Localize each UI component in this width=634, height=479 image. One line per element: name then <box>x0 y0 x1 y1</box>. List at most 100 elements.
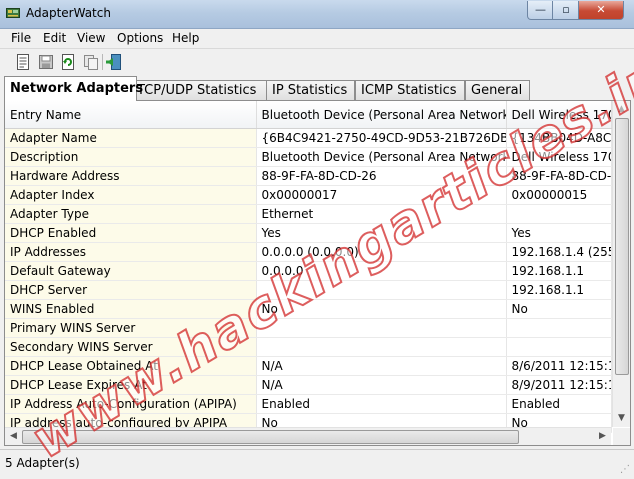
close-button[interactable]: ✕ <box>578 1 624 20</box>
tab-icmp-statistics[interactable]: ICMP Statistics <box>355 80 465 100</box>
adapter-value-cell: 8/9/2011 12:15:12 P <box>506 375 612 395</box>
table-row[interactable]: Default Gateway 0.0.0.0 192.168.1.1 <box>5 261 612 281</box>
entry-name-cell: Adapter Name <box>5 128 257 148</box>
table-row[interactable]: Description Bluetooth Device (Personal Ar… <box>5 147 612 167</box>
adapter-value-cell <box>506 318 612 338</box>
menu-file[interactable]: File <box>10 31 32 45</box>
table-header-row: Entry Name Bluetooth Device (Personal Ar… <box>5 101 612 129</box>
table-row[interactable]: WINS Enabled No No <box>5 299 612 319</box>
network-card-icon <box>6 8 20 18</box>
adapter-value-cell: No <box>256 299 507 319</box>
menu-options[interactable]: Options <box>116 31 164 45</box>
entry-name-cell: Adapter Type <box>5 204 257 224</box>
copy-icon[interactable] <box>82 53 100 71</box>
horizontal-scrollbar[interactable]: ◀ ▶ <box>5 427 611 445</box>
adapter-value-cell: 88-9F-FA-8D-CD-26 <box>256 166 507 186</box>
entry-name-cell: Description <box>5 147 257 167</box>
table-row[interactable]: DHCP Lease Obtained At N/A 8/6/2011 12:15:… <box>5 356 612 376</box>
table-row[interactable]: Hardware Address 88-9F-FA-8D-CD-26 88-9F-F… <box>5 166 612 186</box>
table-row[interactable]: DHCP Server 192.168.1.1 <box>5 280 612 300</box>
adapter-value-cell: 0.0.0.0 (0.0.0.0) <box>256 242 507 262</box>
refresh-icon[interactable] <box>59 53 77 71</box>
adapter-value-cell: Yes <box>506 223 612 243</box>
toolbar <box>0 48 634 75</box>
adapter-value-cell <box>506 337 612 357</box>
maximize-button[interactable]: ▫ <box>552 1 580 20</box>
table-row[interactable]: Secondary WINS Server <box>5 337 612 357</box>
adapter-value-cell: 88-9F-FA-8D-CD-2 <box>506 166 612 186</box>
column-header-adapter-2[interactable]: Dell Wireless 1702 8 <box>506 101 612 129</box>
adapter-value-cell: {6B4C9421-2750-49CD-9D53-21B726DBD910} <box>256 128 507 148</box>
scroll-up-arrow-icon[interactable]: ▲ <box>613 101 630 118</box>
adapter-value-cell <box>506 204 612 224</box>
entry-name-cell: IP Address Auto-Configuration (APIPA) <box>5 394 257 414</box>
adapter-value-cell: 192.168.1.1 <box>506 280 612 300</box>
adapter-value-cell: 0x00000015 <box>506 185 612 205</box>
adapter-value-cell: N/A <box>256 375 507 395</box>
horizontal-scroll-thumb[interactable] <box>22 430 519 444</box>
tab-ip-statistics[interactable]: IP Statistics <box>266 80 355 100</box>
table-row[interactable]: IP Addresses 0.0.0.0 (0.0.0.0) 192.168.1.4… <box>5 242 612 262</box>
scrollbar-corner <box>613 428 630 445</box>
adapter-value-cell: 8/6/2011 12:15:12 P <box>506 356 612 376</box>
tab-general[interactable]: General <box>465 80 530 100</box>
adapter-value-cell <box>256 337 507 357</box>
title-bar[interactable]: AdapterWatch — ▫ ✕ <box>0 0 634 29</box>
menu-edit[interactable]: Edit <box>42 31 67 45</box>
adapter-value-cell: Enabled <box>256 394 507 414</box>
adapter-value-cell: Yes <box>256 223 507 243</box>
adapter-value-cell: 0.0.0.0 <box>256 261 507 281</box>
adapter-value-cell: 0x00000017 <box>256 185 507 205</box>
entry-name-cell: Secondary WINS Server <box>5 337 257 357</box>
menu-bar: File Edit View Options Help <box>0 29 634 48</box>
status-bar: 5 Adapter(s) ⋰ <box>0 449 634 479</box>
adapter-value-cell: Bluetooth Device (Personal Area Network) <box>256 147 507 167</box>
tab-tcp-udp-statistics[interactable]: TCP/UDP Statistics <box>131 80 267 100</box>
table-row[interactable]: Adapter Index 0x00000017 0x00000015 <box>5 185 612 205</box>
app-window: AdapterWatch — ▫ ✕ File Edit View Option… <box>0 0 634 479</box>
vertical-scroll-thumb[interactable] <box>615 118 629 375</box>
adapters-table: Entry Name Bluetooth Device (Personal Ar… <box>5 101 612 433</box>
minimize-button[interactable]: — <box>527 1 554 20</box>
entry-name-cell: DHCP Server <box>5 280 257 300</box>
adapter-value-cell: {134BB04D-A8C6-4 <box>506 128 612 148</box>
adapter-value-cell: 192.168.1.1 <box>506 261 612 281</box>
table-row[interactable]: Primary WINS Server <box>5 318 612 338</box>
table-row[interactable]: DHCP Enabled Yes Yes <box>5 223 612 243</box>
table-row[interactable]: IP Address Auto-Configuration (APIPA) Ena… <box>5 394 612 414</box>
scroll-right-arrow-icon[interactable]: ▶ <box>594 428 611 445</box>
entry-name-cell: DHCP Lease Obtained At <box>5 356 257 376</box>
table-row[interactable]: DHCP Lease Expires AtN/A8/9/2011 12:15:1… <box>5 375 612 395</box>
entry-name-cell: IP Addresses <box>5 242 257 262</box>
adapter-value-cell: Ethernet <box>256 204 507 224</box>
table-row[interactable]: Adapter Name {6B4C9421-2750-49CD-9D53-21B… <box>5 128 612 148</box>
menu-help[interactable]: Help <box>171 31 200 45</box>
save-icon[interactable] <box>37 53 55 71</box>
adapter-value-cell: Dell Wireless 1702 8 <box>506 147 612 167</box>
adapter-count-status: 5 Adapter(s) <box>5 456 80 470</box>
menu-view[interactable]: View <box>76 31 106 45</box>
entry-name-cell: Adapter Index <box>5 185 257 205</box>
adapter-value-cell <box>256 318 507 338</box>
tab-strip: Network Adapters TCP/UDP Statistics IP S… <box>0 76 634 101</box>
properties-icon[interactable] <box>14 53 32 71</box>
adapter-value-cell: N/A <box>256 356 507 376</box>
scroll-down-arrow-icon[interactable]: ▼ <box>613 410 630 427</box>
entry-name-cell: DHCP Lease Expires At <box>5 375 257 395</box>
adapter-value-cell: Enabled <box>506 394 612 414</box>
entry-name-cell: DHCP Enabled <box>5 223 257 243</box>
entry-name-cell: Default Gateway <box>5 261 257 281</box>
table-row[interactable]: Adapter Type Ethernet <box>5 204 612 224</box>
adapter-value-cell <box>256 280 507 300</box>
column-header-entry-name[interactable]: Entry Name <box>5 101 257 129</box>
adapter-value-cell: No <box>506 299 612 319</box>
exit-icon[interactable] <box>106 53 124 71</box>
scroll-left-arrow-icon[interactable]: ◀ <box>5 428 22 445</box>
column-header-adapter-1[interactable]: Bluetooth Device (Personal Area Network) <box>256 101 507 129</box>
adapters-list-view[interactable]: Entry Name Bluetooth Device (Personal Ar… <box>4 100 631 446</box>
tab-network-adapters[interactable]: Network Adapters <box>4 76 143 101</box>
entry-name-cell: WINS Enabled <box>5 299 257 319</box>
resize-grip-icon[interactable]: ⋰ <box>620 464 630 475</box>
vertical-scrollbar[interactable]: ▲ ▼ <box>612 101 630 427</box>
window-title: AdapterWatch <box>26 6 111 20</box>
